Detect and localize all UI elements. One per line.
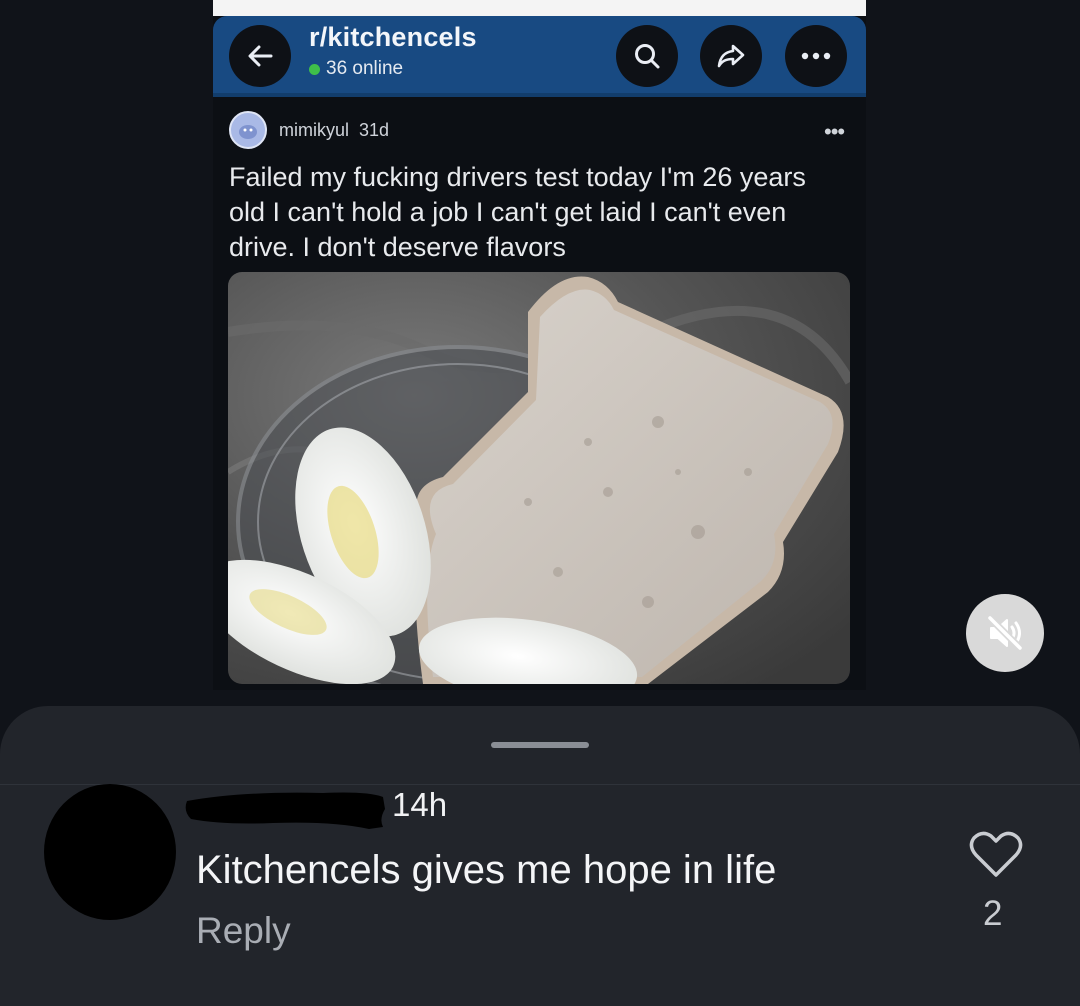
comment-time: 14h bbox=[392, 786, 448, 823]
subreddit-name: r/kitchencels bbox=[309, 22, 477, 52]
screenshot-top-strip bbox=[213, 0, 866, 16]
sheet-divider bbox=[0, 784, 1080, 785]
post-title: Failed my fucking drivers test today I'm… bbox=[229, 162, 806, 262]
overflow-icon: ••• bbox=[824, 119, 845, 144]
online-indicator: 36 online bbox=[309, 58, 403, 80]
post-screenshot: r/kitchencels 36 online mimikyul 31d •••… bbox=[213, 0, 866, 690]
muted-speaker-icon bbox=[986, 614, 1024, 652]
sheet-drag-handle[interactable] bbox=[491, 742, 589, 748]
share-icon bbox=[717, 44, 745, 68]
mute-toggle-button[interactable] bbox=[966, 594, 1044, 672]
heart-icon[interactable] bbox=[968, 830, 1024, 880]
food-photo bbox=[228, 272, 850, 684]
like-count: 2 bbox=[983, 894, 1003, 933]
back-arrow-icon bbox=[248, 45, 273, 67]
post-author: mimikyul 31d bbox=[279, 119, 390, 140]
more-icon bbox=[801, 52, 831, 60]
online-count: 36 online bbox=[326, 58, 404, 79]
post-meta: mimikyul 31d bbox=[229, 111, 389, 149]
subreddit-header: r/kitchencels 36 online bbox=[213, 16, 866, 97]
reply-button[interactable]: Reply bbox=[196, 910, 291, 952]
avatar-icon bbox=[229, 111, 267, 149]
online-dot-icon bbox=[309, 63, 320, 75]
redacted-username bbox=[185, 792, 385, 829]
search-button bbox=[616, 25, 678, 87]
back-button bbox=[229, 25, 291, 87]
comment-text: Kitchencels gives me hope in life bbox=[196, 848, 777, 892]
search-icon bbox=[635, 44, 660, 69]
more-options-button bbox=[785, 25, 847, 87]
post-image bbox=[228, 272, 850, 684]
commenter-avatar[interactable] bbox=[44, 784, 176, 920]
share-button bbox=[700, 25, 762, 87]
